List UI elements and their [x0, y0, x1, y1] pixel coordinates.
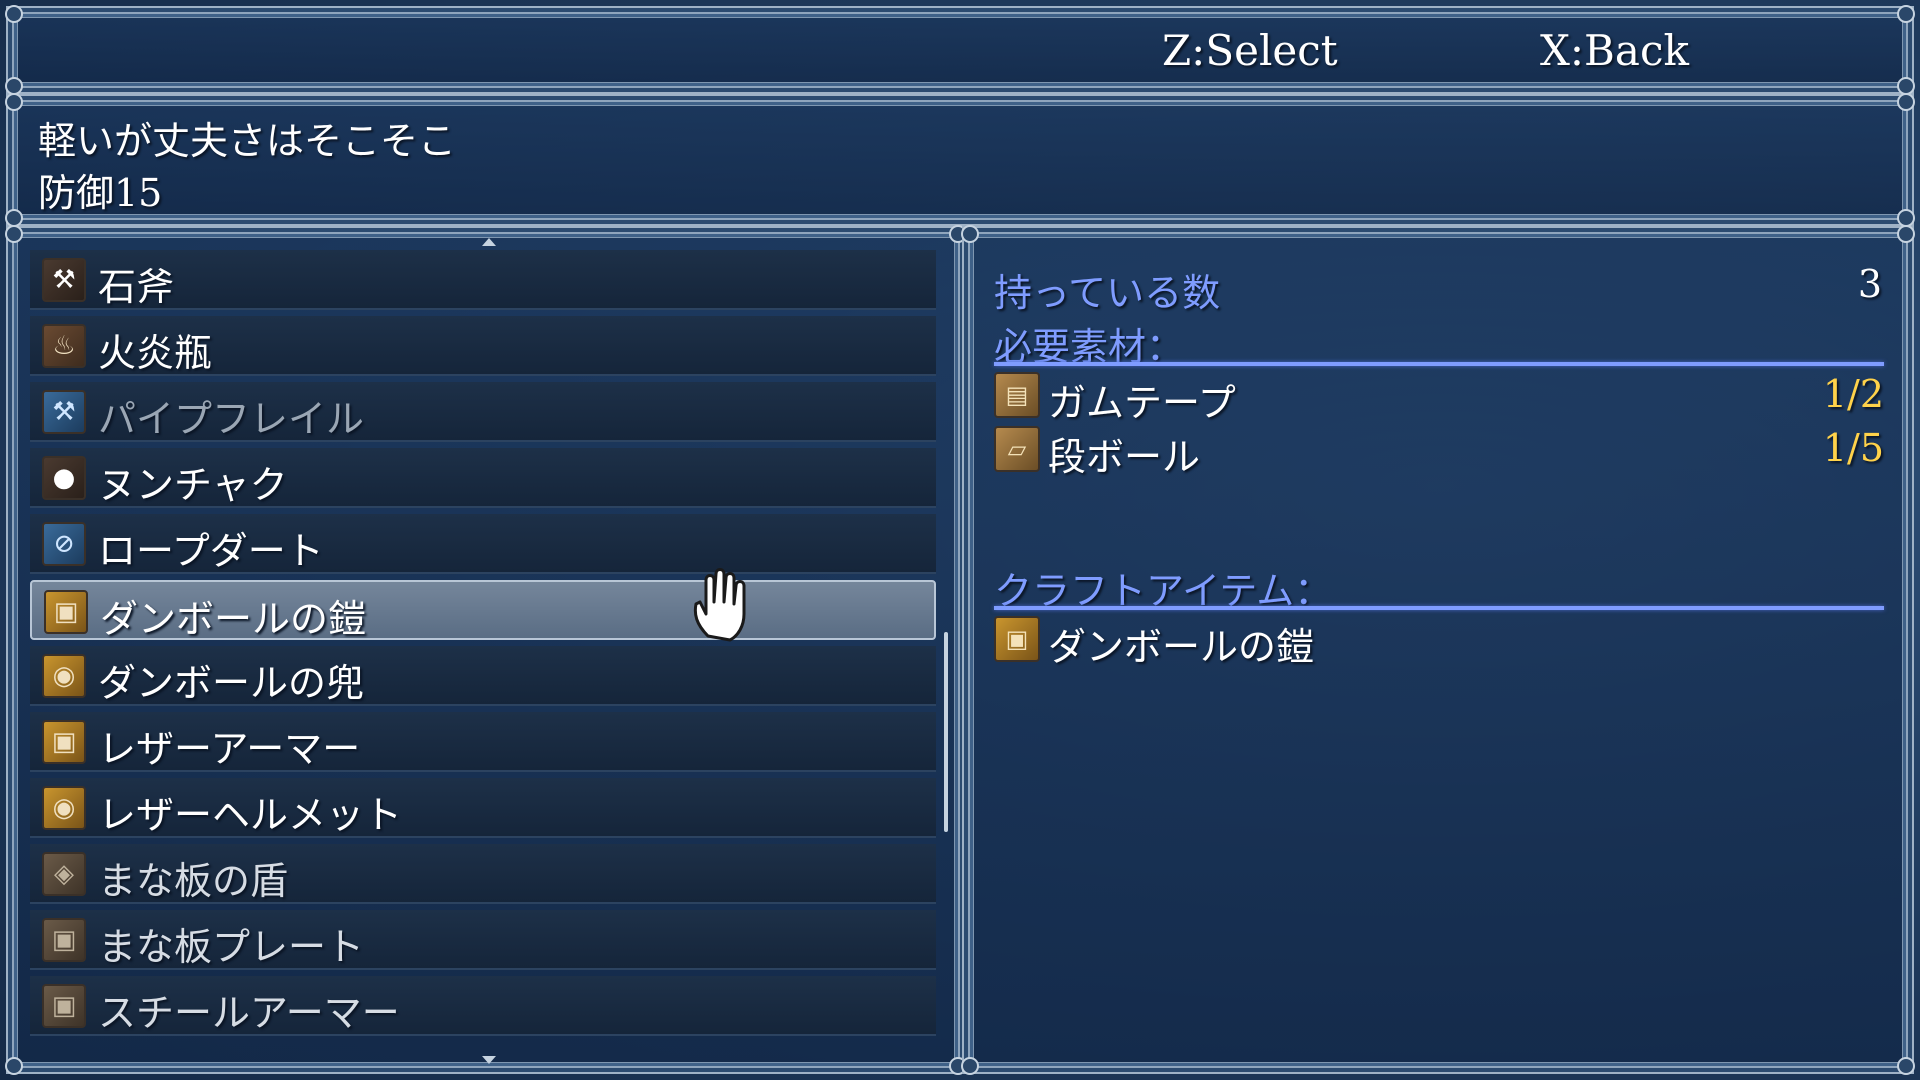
recipe-item-cutting-board-shield[interactable]: ◈ まな板の盾: [30, 844, 936, 904]
cardboard-armor-icon: ▣: [44, 590, 88, 634]
material-name: 段ボール: [1048, 435, 1201, 479]
item-description-panel: 軽いが丈夫さはそこそこ 防御15: [5, 93, 1915, 227]
nunchaku-icon: ●: [42, 456, 86, 500]
leather-helmet-icon: ◉: [42, 786, 86, 830]
hand-cursor-icon: [693, 568, 746, 642]
pipe-flail-icon: ⚒: [42, 390, 86, 434]
recipe-item-label: ダンボールの鎧: [100, 597, 367, 641]
material-count: 1/2: [1822, 372, 1884, 416]
recipe-list-panel: ⚒ 石斧 ♨ 火炎瓶 ⚒ パイプフレイル ● ヌンチャク ⊘ ロープダート ▣ …: [5, 225, 967, 1075]
scroll-down-arrow-icon[interactable]: [482, 1056, 496, 1064]
recipe-item-cutting-board-plate[interactable]: ▣ まな板プレート: [30, 910, 936, 970]
recipe-item-label: 火炎瓶: [98, 331, 213, 375]
recipe-item-rope-dart[interactable]: ⊘ ロープダート: [30, 514, 936, 574]
rope-dart-icon: ⊘: [42, 522, 86, 566]
frame-corner-ornament: [5, 1057, 23, 1075]
material-row: ▤ ガムテープ 1/2: [994, 370, 1884, 425]
recipe-item-fire-bottle[interactable]: ♨ 火炎瓶: [30, 316, 936, 376]
fire-bottle-icon: ♨: [42, 324, 86, 368]
owned-count-label: 持っている数: [994, 271, 1221, 315]
recipe-item-stone-axe[interactable]: ⚒ 石斧: [30, 250, 936, 310]
recipe-item-leather-helmet[interactable]: ◉ レザーヘルメット: [30, 778, 936, 838]
recipe-item-label: レザーアーマー: [98, 727, 361, 771]
recipe-item-label: ダンボールの兜: [98, 661, 365, 705]
recipe-item-nunchaku[interactable]: ● ヌンチャク: [30, 448, 936, 508]
craft-item-divider: [994, 606, 1884, 610]
recipe-item-leather-armor[interactable]: ▣ レザーアーマー: [30, 712, 936, 772]
control-hints-bar: Z:Select X:Back: [5, 5, 1915, 95]
frame-corner-ornament: [5, 5, 23, 23]
scroll-up-arrow-icon[interactable]: [482, 238, 496, 246]
owned-count-value: 3: [1857, 262, 1882, 306]
recipe-item-cardboard-armor[interactable]: ▣ ダンボールの鎧: [30, 580, 936, 641]
cardboard-armor-icon: ▣: [994, 616, 1040, 662]
recipe-item-label: ヌンチャク: [98, 463, 288, 507]
frame-corner-ornament: [5, 225, 23, 243]
frame-corner-ornament: [961, 1057, 979, 1075]
frame-corner-ornament: [1897, 1057, 1915, 1075]
frame-corner-ornament: [1897, 225, 1915, 243]
cardboard-helmet-icon: ◉: [42, 654, 86, 698]
recipe-item-label: ロープダート: [98, 529, 324, 573]
gum-tape-icon: ▤: [994, 372, 1040, 418]
recipe-item-label: レザーヘルメット: [98, 793, 403, 837]
material-name: ガムテープ: [1048, 381, 1236, 425]
frame-corner-ornament: [1897, 93, 1915, 111]
recipe-item-label: スチールアーマー: [98, 991, 400, 1035]
cutting-board-plate-icon: ▣: [42, 918, 86, 962]
cardboard-icon: ▱: [994, 426, 1040, 472]
steel-armor-icon: ▣: [42, 984, 86, 1028]
description-text: 軽いが丈夫さはそこそこ: [38, 119, 457, 163]
stone-axe-icon: ⚒: [42, 258, 86, 302]
frame-corner-ornament: [1897, 5, 1915, 23]
cutting-board-shield-icon: ◈: [42, 852, 86, 896]
material-row: ▱ 段ボール 1/5: [994, 424, 1884, 479]
defense-stat: 防御15: [38, 171, 163, 215]
recipe-detail-panel: 持っている数 3 必要素材： ▤ ガムテープ 1/2 ▱ 段ボール 1/5 クラ…: [961, 225, 1915, 1075]
leather-armor-icon: ▣: [42, 720, 86, 764]
frame-corner-ornament: [961, 225, 979, 243]
select-hint[interactable]: Z:Select: [1162, 26, 1338, 75]
list-scrollbar[interactable]: [944, 632, 948, 832]
craft-item-name: ダンボールの鎧: [1048, 625, 1315, 669]
recipe-item-pipe-flail[interactable]: ⚒ パイプフレイル: [30, 382, 936, 442]
frame-corner-ornament: [5, 93, 23, 111]
recipe-item-label: まな板の盾: [98, 859, 289, 903]
material-count: 1/5: [1822, 426, 1884, 470]
back-hint[interactable]: X:Back: [1540, 26, 1689, 75]
recipe-item-label: 石斧: [98, 265, 175, 309]
recipe-item-cardboard-helmet[interactable]: ◉ ダンボールの兜: [30, 646, 936, 706]
materials-divider: [994, 362, 1884, 366]
recipe-item-steel-armor[interactable]: ▣ スチールアーマー: [30, 976, 936, 1036]
recipe-item-label: まな板プレート: [98, 925, 365, 969]
recipe-list: ⚒ 石斧 ♨ 火炎瓶 ⚒ パイプフレイル ● ヌンチャク ⊘ ロープダート ▣ …: [30, 250, 936, 1052]
craft-item-row: ▣ ダンボールの鎧: [994, 614, 1884, 669]
recipe-item-label: パイプフレイル: [98, 397, 365, 441]
